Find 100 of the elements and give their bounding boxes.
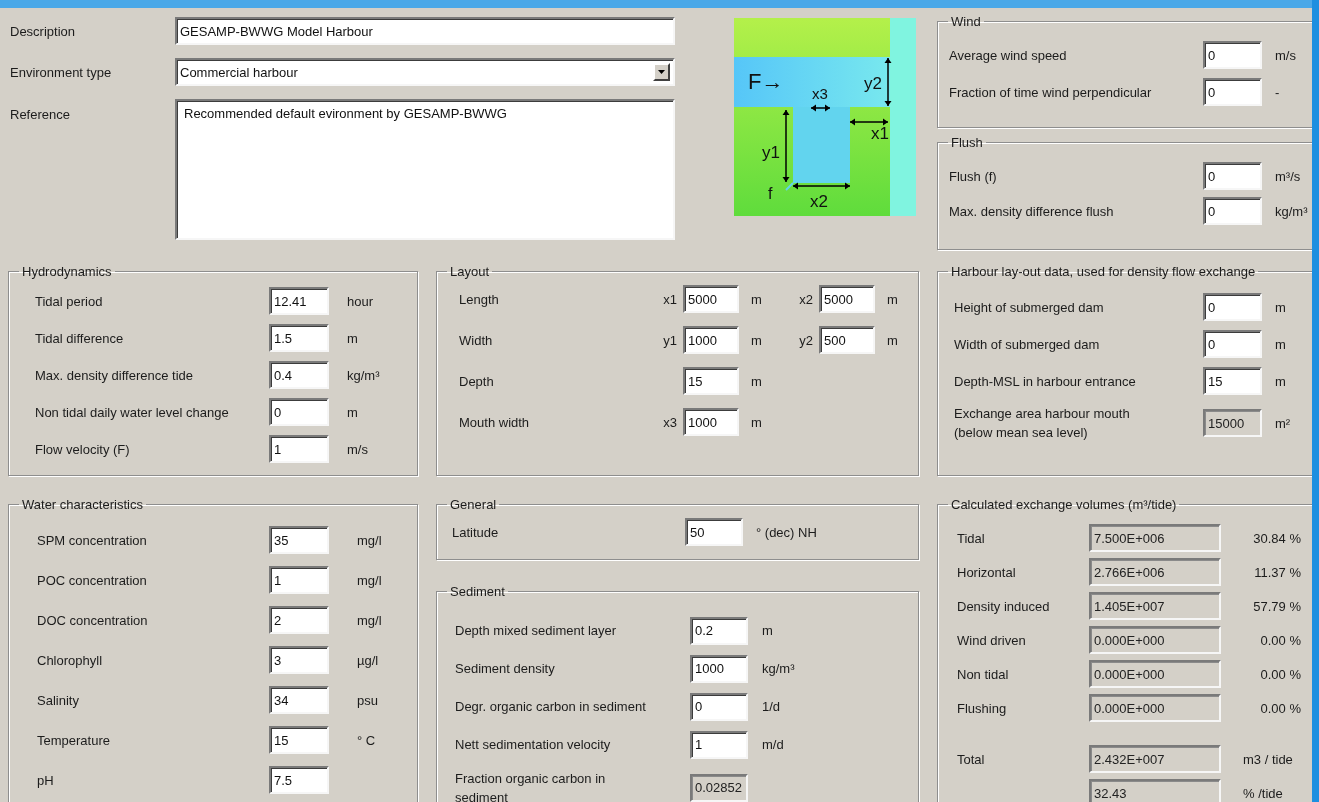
field-label: Depth-MSL in harbour entrance	[954, 372, 1137, 391]
input-field[interactable]: 5000	[819, 285, 875, 313]
input-field[interactable]: 1	[269, 435, 329, 463]
field-label: Depth mixed sediment layer	[455, 622, 618, 641]
diagram-label: x1	[871, 124, 889, 143]
field-label: Reference	[10, 106, 71, 124]
field-label: Total	[957, 750, 986, 769]
unit-label: kg/m³	[1275, 203, 1309, 219]
diagram-label: f	[768, 185, 773, 202]
symbol-label: y1	[662, 332, 677, 348]
text-area[interactable]: Recommended default evironment by GESAMP-BWWG	[175, 99, 675, 240]
unit-label: m/s	[347, 441, 369, 457]
input-field[interactable]: 0	[1203, 293, 1262, 321]
input-field: 1.405E+007	[1089, 592, 1221, 620]
unit-label: m	[347, 330, 359, 346]
group-title: Water characteristics	[21, 497, 144, 512]
unit-label: m	[751, 332, 763, 348]
unit-label: -	[1275, 84, 1281, 100]
group-title: Wind	[950, 14, 982, 29]
input-field: 0.02852	[690, 773, 748, 802]
field-label: Flow velocity (F)	[35, 440, 131, 459]
field-label: Tidal	[957, 529, 986, 548]
diagram-label: x3	[812, 85, 828, 102]
group-title: Flush	[950, 135, 984, 150]
input-field[interactable]: 1000	[683, 326, 739, 354]
unit-label: m	[887, 332, 899, 348]
input-field[interactable]: 0	[690, 692, 748, 721]
field-label: Fraction of time wind perpendicular	[949, 83, 1153, 102]
input-field[interactable]: 3	[269, 646, 329, 674]
diagram-label: x2	[810, 192, 828, 211]
input-field[interactable]: 0	[1203, 197, 1262, 225]
input-field[interactable]: 0	[1203, 162, 1262, 190]
unit-label: µg/l	[357, 652, 380, 668]
field-label: Wind driven	[957, 631, 1027, 650]
field-label: pH	[37, 771, 55, 790]
field-label: Density induced	[957, 597, 1051, 616]
field-label: Non tidal	[957, 665, 1010, 684]
input-field[interactable]: 1	[690, 730, 748, 759]
percentage-text: 0.00 %	[1259, 666, 1301, 682]
dropdown-button[interactable]	[653, 63, 670, 81]
input-field[interactable]: 1000	[683, 408, 739, 436]
field-label: Max. density difference tide	[35, 366, 194, 385]
unit-label: m	[347, 404, 359, 420]
unit-label: m	[751, 373, 763, 389]
percentage-text: 11.37 %	[1253, 564, 1301, 580]
symbol-label: x3	[662, 414, 677, 430]
unit-label: mg/l	[357, 572, 383, 588]
input-field: 2.432E+007	[1089, 745, 1221, 773]
input-field[interactable]: 1000	[690, 654, 748, 683]
field-label: Tidal period	[35, 292, 104, 311]
input-field[interactable]: 12.41	[269, 287, 329, 315]
input-field: 0.000E+000	[1089, 626, 1221, 654]
input-field[interactable]: 0.4	[269, 361, 329, 389]
input-field[interactable]: 50	[685, 518, 743, 546]
unit-label: m³/s	[1275, 168, 1302, 184]
input-field[interactable]: 15	[683, 367, 739, 395]
dimension-arrow	[849, 118, 889, 126]
unit-label: kg/m³	[762, 661, 796, 677]
field-label: DOC concentration	[37, 611, 149, 630]
field-label: Description	[10, 22, 77, 41]
group-title: Sediment	[449, 583, 506, 599]
input-field[interactable]: GESAMP-BWWG Model Harbour	[175, 17, 675, 45]
diagram-label: F→	[748, 69, 784, 94]
input-field[interactable]: 35	[269, 526, 329, 554]
input-field[interactable]: 7.5	[269, 766, 329, 794]
percentage-text: 57.79 %	[1252, 598, 1301, 614]
dropdown-field[interactable]: Commercial harbour	[175, 58, 675, 86]
input-field: 2.766E+006	[1089, 558, 1221, 586]
field-label: Nett sedimentation velocity	[455, 736, 612, 755]
input-field[interactable]: 500	[819, 326, 875, 354]
field-label: Tidal difference	[35, 329, 125, 348]
input-field[interactable]: 0	[1203, 41, 1262, 69]
input-field[interactable]: 1.5	[269, 324, 329, 352]
unit-label: mg/l	[357, 612, 383, 628]
input-field[interactable]: 5000	[683, 285, 739, 313]
input-field[interactable]: 15	[269, 726, 329, 754]
field-label: POC concentration	[37, 571, 148, 590]
input-field[interactable]: 0	[1203, 330, 1262, 358]
input-field: 7.500E+006	[1089, 524, 1221, 552]
input-field[interactable]: 15	[1203, 367, 1262, 395]
caret-icon	[658, 70, 665, 74]
unit-label: m²	[1275, 415, 1292, 431]
input-field[interactable]: 0	[1203, 78, 1262, 106]
input-field[interactable]: 0	[269, 398, 329, 426]
input-field[interactable]: 1	[269, 566, 329, 594]
group-title: General	[449, 497, 498, 512]
input-field[interactable]: 0.2	[690, 616, 748, 645]
unit-label: ° (dec) NH	[756, 524, 818, 540]
input-field[interactable]: 34	[269, 686, 329, 714]
field-label: Sediment density	[455, 660, 556, 679]
unit-label: m/s	[1275, 47, 1297, 63]
dimension-arrow	[810, 104, 831, 112]
input-field: 0.000E+000	[1089, 694, 1221, 722]
unit-label: ° C	[357, 732, 377, 748]
group-title: Harbour lay-out data, used for density flow exchange	[950, 264, 1257, 279]
input-field[interactable]: 2	[269, 606, 329, 634]
field-label: Flush (f)	[949, 167, 998, 186]
field-label: Environment type	[10, 63, 113, 82]
diagram-label: y2	[864, 74, 882, 93]
field-label: Latitude	[452, 523, 500, 542]
